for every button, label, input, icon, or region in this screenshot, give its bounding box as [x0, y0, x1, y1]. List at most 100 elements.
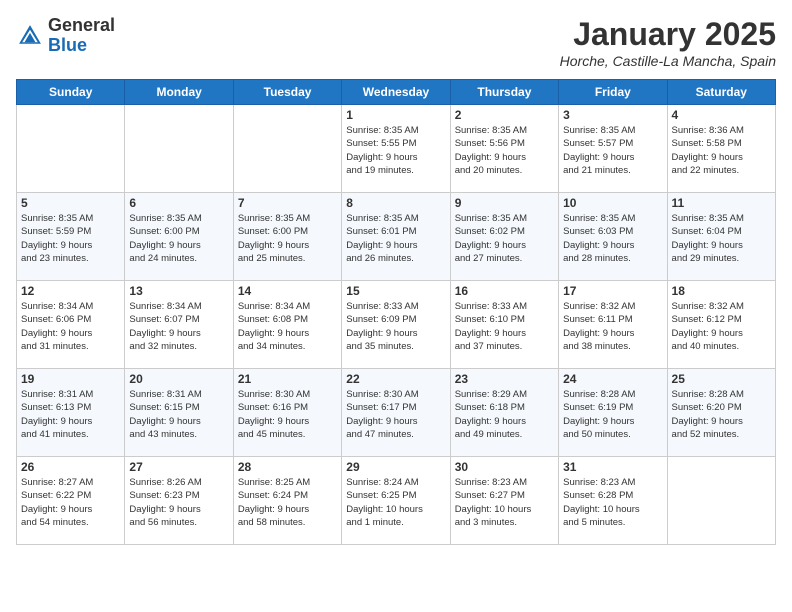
calendar-week-row: 1Sunrise: 8:35 AMSunset: 5:55 PMDaylight…: [17, 105, 776, 193]
day-number: 26: [21, 460, 120, 474]
day-info: Sunrise: 8:35 AMSunset: 6:04 PMDaylight:…: [672, 212, 771, 265]
day-number: 10: [563, 196, 662, 210]
day-number: 5: [21, 196, 120, 210]
calendar-cell: 1Sunrise: 8:35 AMSunset: 5:55 PMDaylight…: [342, 105, 450, 193]
weekday-header: Monday: [125, 80, 233, 105]
calendar-cell: 21 Sunrise: 8:30 AMSunset: 6:16 PMDayligh…: [233, 369, 341, 457]
day-number: 22: [346, 372, 445, 386]
calendar-cell: 10 Sunrise: 8:35 AMSunset: 6:03 PMDayligh…: [559, 193, 667, 281]
title-block: January 2025 Horche, Castille-La Mancha,…: [560, 16, 776, 69]
calendar-table: SundayMondayTuesdayWednesdayThursdayFrid…: [16, 79, 776, 545]
calendar-cell: [233, 105, 341, 193]
day-number: 24: [563, 372, 662, 386]
day-number: 18: [672, 284, 771, 298]
day-number: 27: [129, 460, 228, 474]
day-info: Sunrise: 8:35 AMSunset: 5:56 PMDaylight:…: [455, 124, 554, 177]
day-number: 25: [672, 372, 771, 386]
day-info: Sunrise: 8:24 AMSunset: 6:25 PMDaylight:…: [346, 476, 445, 529]
calendar-cell: 31Sunrise: 8:23 AMSunset: 6:28 PMDayligh…: [559, 457, 667, 545]
calendar-week-row: 26 Sunrise: 8:27 AMSunset: 6:22 PMDayligh…: [17, 457, 776, 545]
day-number: 7: [238, 196, 337, 210]
day-number: 8: [346, 196, 445, 210]
day-info: Sunrise: 8:26 AMSunset: 6:23 PMDaylight:…: [129, 476, 228, 529]
day-number: 2: [455, 108, 554, 122]
day-number: 12: [21, 284, 120, 298]
calendar-cell: 18 Sunrise: 8:32 AMSunset: 6:12 PMDayligh…: [667, 281, 775, 369]
calendar-cell: 14 Sunrise: 8:34 AMSunset: 6:08 PMDayligh…: [233, 281, 341, 369]
day-info: Sunrise: 8:29 AMSunset: 6:18 PMDaylight:…: [455, 388, 554, 441]
day-info: Sunrise: 8:35 AMSunset: 6:01 PMDaylight:…: [346, 212, 445, 265]
day-info: Sunrise: 8:33 AMSunset: 6:10 PMDaylight:…: [455, 300, 554, 353]
day-info: Sunrise: 8:35 AMSunset: 5:57 PMDaylight:…: [563, 124, 662, 177]
day-number: 30: [455, 460, 554, 474]
day-number: 11: [672, 196, 771, 210]
weekday-header: Wednesday: [342, 80, 450, 105]
calendar-cell: 15Sunrise: 8:33 AMSunset: 6:09 PMDayligh…: [342, 281, 450, 369]
calendar-cell: [125, 105, 233, 193]
calendar-cell: 25 Sunrise: 8:28 AMSunset: 6:20 PMDayligh…: [667, 369, 775, 457]
calendar-cell: 9 Sunrise: 8:35 AMSunset: 6:02 PMDaylight…: [450, 193, 558, 281]
calendar-cell: 3 Sunrise: 8:35 AMSunset: 5:57 PMDaylight…: [559, 105, 667, 193]
weekday-header: Saturday: [667, 80, 775, 105]
day-number: 17: [563, 284, 662, 298]
page-header: General Blue January 2025 Horche, Castil…: [16, 16, 776, 69]
day-info: Sunrise: 8:27 AMSunset: 6:22 PMDaylight:…: [21, 476, 120, 529]
calendar-cell: 7Sunrise: 8:35 AMSunset: 6:00 PMDaylight…: [233, 193, 341, 281]
day-info: Sunrise: 8:30 AMSunset: 6:17 PMDaylight:…: [346, 388, 445, 441]
day-number: 29: [346, 460, 445, 474]
day-info: Sunrise: 8:35 AMSunset: 5:59 PMDaylight:…: [21, 212, 120, 265]
day-number: 28: [238, 460, 337, 474]
calendar-cell: 22 Sunrise: 8:30 AMSunset: 6:17 PMDayligh…: [342, 369, 450, 457]
calendar-week-row: 19Sunrise: 8:31 AMSunset: 6:13 PMDayligh…: [17, 369, 776, 457]
calendar-cell: 30 Sunrise: 8:23 AMSunset: 6:27 PMDayligh…: [450, 457, 558, 545]
calendar-week-row: 5 Sunrise: 8:35 AMSunset: 5:59 PMDaylight…: [17, 193, 776, 281]
logo-text: General Blue: [48, 16, 115, 56]
day-number: 23: [455, 372, 554, 386]
calendar-cell: 28 Sunrise: 8:25 AMSunset: 6:24 PMDayligh…: [233, 457, 341, 545]
day-info: Sunrise: 8:28 AMSunset: 6:20 PMDaylight:…: [672, 388, 771, 441]
calendar-cell: 2 Sunrise: 8:35 AMSunset: 5:56 PMDaylight…: [450, 105, 558, 193]
calendar-cell: 17 Sunrise: 8:32 AMSunset: 6:11 PMDayligh…: [559, 281, 667, 369]
day-info: Sunrise: 8:30 AMSunset: 6:16 PMDaylight:…: [238, 388, 337, 441]
calendar-cell: 29 Sunrise: 8:24 AMSunset: 6:25 PMDayligh…: [342, 457, 450, 545]
calendar-cell: 27 Sunrise: 8:26 AMSunset: 6:23 PMDayligh…: [125, 457, 233, 545]
weekday-header: Tuesday: [233, 80, 341, 105]
day-info: Sunrise: 8:34 AMSunset: 6:06 PMDaylight:…: [21, 300, 120, 353]
weekday-header: Thursday: [450, 80, 558, 105]
day-number: 19: [21, 372, 120, 386]
day-info: Sunrise: 8:34 AMSunset: 6:08 PMDaylight:…: [238, 300, 337, 353]
day-info: Sunrise: 8:32 AMSunset: 6:12 PMDaylight:…: [672, 300, 771, 353]
month-title: January 2025: [560, 16, 776, 53]
calendar-cell: 23 Sunrise: 8:29 AMSunset: 6:18 PMDayligh…: [450, 369, 558, 457]
day-number: 9: [455, 196, 554, 210]
day-number: 14: [238, 284, 337, 298]
calendar-cell: 19Sunrise: 8:31 AMSunset: 6:13 PMDayligh…: [17, 369, 125, 457]
calendar-cell: [17, 105, 125, 193]
weekday-header: Sunday: [17, 80, 125, 105]
day-info: Sunrise: 8:35 AMSunset: 6:02 PMDaylight:…: [455, 212, 554, 265]
day-info: Sunrise: 8:36 AMSunset: 5:58 PMDaylight:…: [672, 124, 771, 177]
day-number: 21: [238, 372, 337, 386]
day-info: Sunrise: 8:25 AMSunset: 6:24 PMDaylight:…: [238, 476, 337, 529]
calendar-week-row: 12 Sunrise: 8:34 AMSunset: 6:06 PMDayligh…: [17, 281, 776, 369]
day-number: 6: [129, 196, 228, 210]
calendar-cell: 8 Sunrise: 8:35 AMSunset: 6:01 PMDaylight…: [342, 193, 450, 281]
day-info: Sunrise: 8:23 AMSunset: 6:27 PMDaylight:…: [455, 476, 554, 529]
calendar-cell: 16Sunrise: 8:33 AMSunset: 6:10 PMDayligh…: [450, 281, 558, 369]
weekday-header-row: SundayMondayTuesdayWednesdayThursdayFrid…: [17, 80, 776, 105]
day-info: Sunrise: 8:28 AMSunset: 6:19 PMDaylight:…: [563, 388, 662, 441]
day-number: 3: [563, 108, 662, 122]
calendar-cell: 5 Sunrise: 8:35 AMSunset: 5:59 PMDaylight…: [17, 193, 125, 281]
day-info: Sunrise: 8:35 AMSunset: 6:00 PMDaylight:…: [129, 212, 228, 265]
day-info: Sunrise: 8:35 AMSunset: 5:55 PMDaylight:…: [346, 124, 445, 177]
calendar-cell: 12 Sunrise: 8:34 AMSunset: 6:06 PMDayligh…: [17, 281, 125, 369]
day-number: 31: [563, 460, 662, 474]
calendar-cell: 13Sunrise: 8:34 AMSunset: 6:07 PMDayligh…: [125, 281, 233, 369]
day-number: 20: [129, 372, 228, 386]
calendar-cell: 4 Sunrise: 8:36 AMSunset: 5:58 PMDaylight…: [667, 105, 775, 193]
day-info: Sunrise: 8:35 AMSunset: 6:03 PMDaylight:…: [563, 212, 662, 265]
day-number: 15: [346, 284, 445, 298]
day-info: Sunrise: 8:32 AMSunset: 6:11 PMDaylight:…: [563, 300, 662, 353]
day-number: 13: [129, 284, 228, 298]
day-number: 4: [672, 108, 771, 122]
